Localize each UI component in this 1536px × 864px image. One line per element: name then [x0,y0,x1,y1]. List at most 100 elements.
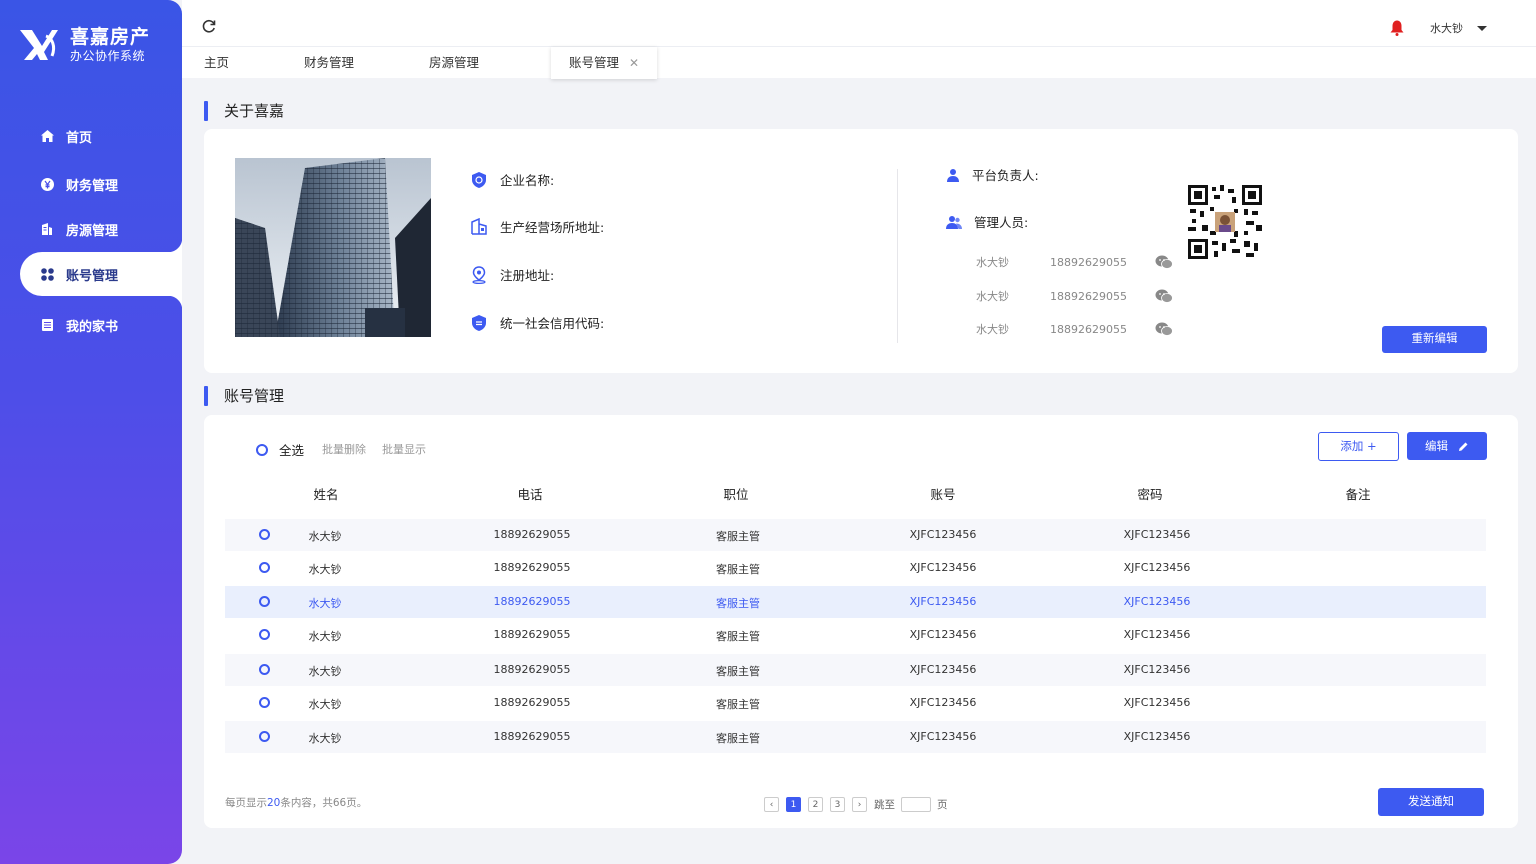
sidebar-item-home[interactable]: 首页 [0,114,182,158]
cell-password: XJFC123456 [1123,663,1191,676]
column-header-account: 账号 [930,487,956,502]
grid-icon [40,267,54,281]
company-name-row: 企业名称: [470,170,554,189]
row-checkbox[interactable] [259,629,270,640]
table-row[interactable]: 水大钞 18892629055 客服主管 XJFC123456 XJFC123456 [225,721,1486,753]
brand-logo[interactable]: 喜嘉房产 办公协作系统 [18,26,150,64]
cell-position: 客服主管 [716,630,760,643]
about-section-title: 关于喜嘉 [204,101,284,121]
sidebar-item-finance[interactable]: 财务管理 [0,162,182,206]
cell-name: 水大钞 [308,732,342,745]
accounts-card: 全选 批量删除 批量显示 添加 + 编辑 姓名 电话 职位 账号 密码 备注 水… [204,415,1518,828]
cell-account: XJFC123456 [909,696,977,709]
cell-account: XJFC123456 [909,528,977,541]
select-all[interactable]: 全选 [256,440,304,459]
select-all-checkbox[interactable] [256,443,268,456]
brand-title: 喜嘉房产 [70,26,151,48]
manager-name: 水大钞 [976,290,1009,303]
select-all-label: 全选 [279,443,305,458]
users-icon [946,215,962,229]
row-checkbox[interactable] [259,529,270,540]
table-row[interactable]: 水大钞 18892629055 客服主管 XJFC123456 XJFC123456 [225,519,1486,551]
sidebar-item-label: 财务管理 [66,178,119,194]
cell-position: 客服主管 [716,665,760,678]
about-card: 企业名称: 生产经营场所地址: 注册地址: 统一社会信用代码: 平台负责人: 管… [204,129,1518,373]
column-header-phone: 电话 [517,487,543,502]
row-checkbox[interactable] [259,562,270,573]
building-outline-icon [471,217,487,235]
cell-password: XJFC123456 [1123,730,1191,743]
tab-accounts[interactable]: 账号管理 ✕ [551,47,658,79]
page-button-3[interactable]: 3 [830,797,845,812]
tab-home[interactable]: 主页 [204,47,229,79]
table-row[interactable]: 水大钞 18892629055 客服主管 XJFC123456 XJFC123456 [225,687,1486,719]
edit-button[interactable]: 编辑 [1407,432,1487,460]
cell-phone: 18892629055 [493,730,571,743]
reedit-button[interactable]: 重新编辑 [1382,326,1487,353]
chevron-down-icon[interactable] [1477,26,1487,31]
close-icon[interactable]: ✕ [629,48,639,79]
logo-icon [20,30,58,60]
user-name[interactable]: 水大钞 [1430,20,1463,36]
cell-name: 水大钞 [308,530,342,543]
location-pin-icon [472,265,486,284]
tab-bar: 主页 财务管理 房源管理 账号管理 ✕ [182,46,1536,79]
cell-position: 客服主管 [716,597,760,610]
table-row[interactable]: 水大钞 18892629055 客服主管 XJFC123456 XJFC123456 [225,619,1486,651]
table-row[interactable]: 水大钞 18892629055 客服主管 XJFC123456 XJFC123456 [225,654,1486,686]
sidebar-item-label: 账号管理 [66,268,119,284]
sidebar-item-letters[interactable]: 我的家书 [0,303,182,347]
column-header-note: 备注 [1345,487,1371,502]
sidebar-item-label: 我的家书 [66,319,119,335]
bell-icon[interactable] [1390,20,1404,36]
pencil-icon [1459,442,1468,451]
batch-show-link[interactable]: 批量显示 [382,441,426,457]
row-checkbox[interactable] [259,596,270,607]
table-row[interactable]: 水大钞 18892629055 客服主管 XJFC123456 XJFC123456 [225,552,1486,584]
cell-account: XJFC123456 [909,628,977,641]
prev-page-button[interactable]: ‹ [764,797,779,812]
cell-password: XJFC123456 [1123,561,1191,574]
document-icon [40,318,54,332]
managers-row: 管理人员: [946,212,1028,231]
qr-code [1188,185,1262,259]
manager-phone: 18892629055 [1050,289,1127,303]
certificate-shield-icon [472,314,486,331]
row-checkbox[interactable] [259,731,270,742]
tab-finance[interactable]: 财务管理 [304,47,354,79]
wechat-icon[interactable] [1155,289,1173,303]
jump-page-input[interactable] [901,797,931,812]
cell-phone: 18892629055 [493,663,571,676]
jump-label: 跳至 [874,799,895,811]
manager-phone: 18892629055 [1050,322,1127,336]
cell-name: 水大钞 [308,563,342,576]
cell-position: 客服主管 [716,698,760,711]
row-checkbox[interactable] [259,664,270,675]
sidebar: 喜嘉房产 办公协作系统 首页 财务管理 房源管理 账号管理 我的家书 [0,0,182,864]
page-button-1[interactable]: 1 [786,797,801,812]
cell-account: XJFC123456 [909,561,977,574]
page-button-2[interactable]: 2 [808,797,823,812]
row-checkbox[interactable] [259,697,270,708]
edit-button-label: 编辑 [1425,439,1448,453]
sidebar-item-accounts[interactable]: 账号管理 [20,238,182,310]
accounts-section-title: 账号管理 [204,386,284,406]
next-page-button[interactable]: › [852,797,867,812]
sidebar-item-label: 房源管理 [66,223,119,239]
add-account-button[interactable]: 添加 + [1318,432,1399,461]
cell-name: 水大钞 [308,665,342,678]
send-notice-button[interactable]: 发送通知 [1378,788,1484,816]
sidebar-item-property[interactable]: 房源管理 [0,207,182,251]
wechat-icon[interactable] [1155,255,1173,269]
per-page-count: 20 [267,797,281,809]
cell-phone: 18892629055 [493,595,571,608]
company-name-label: 企业名称: [500,173,555,188]
cell-name: 水大钞 [308,698,342,711]
refresh-icon[interactable] [202,19,216,33]
cell-name: 水大钞 [308,630,342,643]
batch-delete-link[interactable]: 批量删除 [322,441,366,457]
tab-property[interactable]: 房源管理 [429,47,479,79]
wechat-icon[interactable] [1155,322,1173,336]
cell-password: XJFC123456 [1123,528,1191,541]
table-row[interactable]: 水大钞 18892629055 客服主管 XJFC123456 XJFC123456 [225,586,1486,618]
